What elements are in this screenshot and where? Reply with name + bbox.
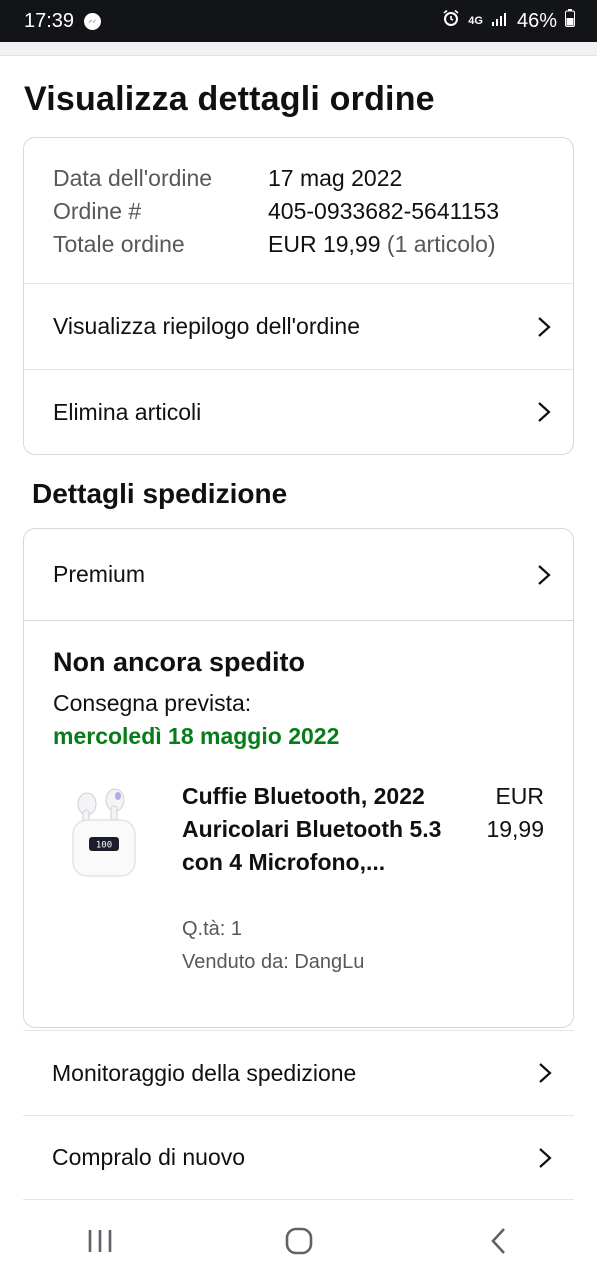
order-summary-card: Data dell'ordine 17 mag 2022 Ordine # 40… <box>23 137 574 455</box>
track-shipment-link[interactable]: Monitoraggio della spedizione <box>23 1030 574 1115</box>
order-number-row: Ordine # 405-0933682-5641153 <box>53 195 573 228</box>
battery-icon <box>565 9 575 33</box>
home-button[interactable] <box>269 1221 329 1261</box>
shipment-details: Non ancora spedito Consegna prevista: me… <box>24 621 573 996</box>
premium-label: Premium <box>53 561 146 587</box>
status-bar: 17:39 4G 46% <box>0 0 597 42</box>
buy-again-link[interactable]: Compralo di nuovo <box>23 1115 574 1200</box>
status-time: 17:39 <box>24 9 75 32</box>
signal-icon <box>491 10 509 33</box>
product-price: EUR 19,99 <box>464 780 544 846</box>
delivery-label: Consegna prevista: <box>53 690 252 716</box>
case-battery-display: 100 <box>96 841 112 851</box>
battery-percent: 46% <box>516 9 557 32</box>
order-total-row: Totale ordine EUR 19,99 (1 articolo) <box>53 228 573 261</box>
order-info: Data dell'ordine 17 mag 2022 Ordine # 40… <box>24 138 573 284</box>
view-order-summary-link[interactable]: Visualizza riepilogo dell'ordine <box>24 284 573 369</box>
chevron-right-icon <box>539 1147 552 1168</box>
delete-items-label: Elimina articoli <box>53 398 202 425</box>
chevron-right-icon <box>539 1063 552 1083</box>
chevron-right-icon <box>538 564 551 585</box>
order-number-value: 405-0933682-5641153 <box>268 198 500 224</box>
product-seller: Venduto da: DangLu <box>182 951 365 973</box>
shipping-section-title: Dettagli spedizione <box>32 478 288 509</box>
product-price-amount: 19,99 <box>486 816 544 842</box>
recents-icon <box>88 1230 111 1252</box>
order-date-row: Data dell'ordine 17 mag 2022 <box>53 162 573 195</box>
shipping-card: Premium Non ancora spedito Consegna prev… <box>23 528 574 1028</box>
order-item-count: (1 articolo) <box>386 231 496 257</box>
home-icon <box>285 1227 312 1255</box>
delete-items-link[interactable]: Elimina articoli <box>24 369 573 454</box>
back-button[interactable] <box>468 1221 528 1261</box>
product-quantity: Q.tà: 1 <box>182 918 243 940</box>
order-number-label: Ordine # <box>53 198 142 224</box>
order-total-value: EUR 19,99 (1 articolo) <box>268 228 496 261</box>
delivery-date: mercoledì 18 maggio 2022 <box>53 723 340 749</box>
system-nav-bar <box>0 1202 597 1280</box>
product-title[interactable]: Cuffie Bluetooth, 2022 Auricolari Blueto… <box>182 780 442 879</box>
shipment-actions: Monitoraggio della spedizione Compralo d… <box>23 1030 574 1200</box>
product-image[interactable]: 100 <box>65 782 145 882</box>
shipment-status: Non ancora spedito <box>53 647 306 677</box>
messenger-icon <box>84 12 102 30</box>
order-date-label: Data dell'ordine <box>53 165 213 191</box>
chevron-right-icon <box>538 402 551 422</box>
track-shipment-label: Monitoraggio della spedizione <box>52 1059 357 1086</box>
order-date-value: 17 mag 2022 <box>268 165 403 191</box>
recents-button[interactable] <box>70 1221 130 1261</box>
status-right: 4G 46% <box>442 9 575 33</box>
page-title: Visualizza dettagli ordine <box>24 80 435 118</box>
network-type: 4G <box>468 15 483 27</box>
order-total-label: Totale ordine <box>53 231 185 257</box>
view-order-summary-label: Visualizza riepilogo dell'ordine <box>53 313 360 339</box>
product-price-currency: EUR <box>495 783 544 809</box>
premium-service-link[interactable]: Premium <box>24 529 573 621</box>
alarm-icon <box>442 9 460 33</box>
status-left: 17:39 <box>24 9 102 33</box>
chevron-right-icon <box>538 316 551 337</box>
buy-again-label: Compralo di nuovo <box>52 1144 246 1170</box>
header-strip <box>0 42 597 56</box>
back-icon <box>490 1228 505 1254</box>
order-total-amount: EUR 19,99 <box>268 231 381 257</box>
product-item[interactable]: 100 Cuffie Bluetooth, 2022 Auricolari Bl… <box>53 776 544 996</box>
